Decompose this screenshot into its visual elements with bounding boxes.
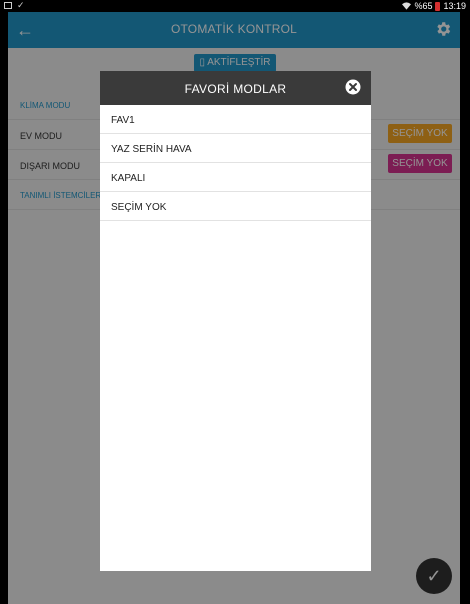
close-circle-icon[interactable] bbox=[345, 79, 361, 95]
dialog-title: FAVORİ MODLAR bbox=[184, 82, 287, 96]
clock: 13:19 bbox=[443, 1, 466, 11]
wifi-icon bbox=[402, 2, 412, 10]
list-item[interactable]: FAV1 bbox=[100, 105, 371, 134]
download-done-icon: ✓ bbox=[17, 0, 25, 10]
battery-icon bbox=[435, 1, 441, 11]
list-item[interactable]: SEÇİM YOK bbox=[100, 192, 371, 221]
dialog-list: FAV1 YAZ SERİN HAVA KAPALI SEÇİM YOK bbox=[100, 105, 371, 221]
list-item-label: KAPALI bbox=[111, 173, 146, 184]
list-item-label: SEÇİM YOK bbox=[111, 202, 167, 213]
status-bar: ✓ %65 13:19 bbox=[0, 0, 470, 12]
list-item[interactable]: KAPALI bbox=[100, 163, 371, 192]
list-item-label: FAV1 bbox=[111, 115, 135, 126]
list-item-label: YAZ SERİN HAVA bbox=[111, 144, 192, 155]
image-notification-icon bbox=[4, 2, 12, 9]
list-item[interactable]: YAZ SERİN HAVA bbox=[100, 134, 371, 163]
dialog-header: FAVORİ MODLAR bbox=[100, 71, 371, 105]
favorite-modes-dialog: FAVORİ MODLAR FAV1 YAZ SERİN HAVA KAPALI… bbox=[100, 71, 371, 571]
battery-percentage: %65 bbox=[414, 1, 433, 11]
